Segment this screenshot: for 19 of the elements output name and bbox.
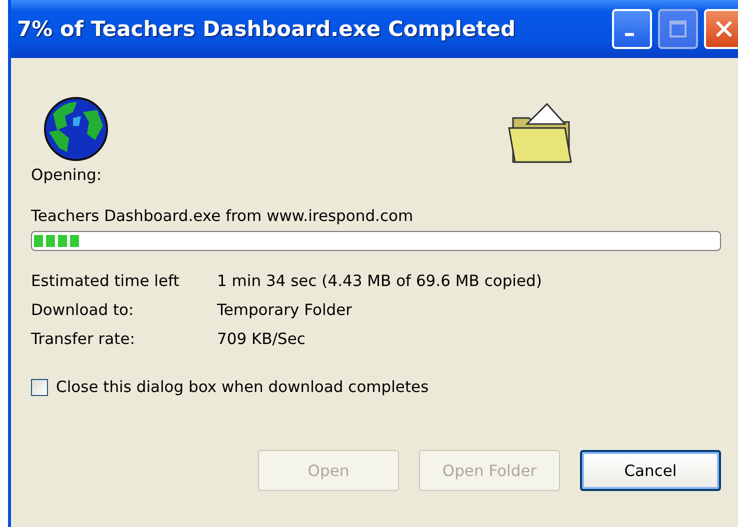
checkbox[interactable] [31, 378, 48, 396]
detail-value: 709 KB/Sec [217, 330, 306, 348]
minimize-button[interactable] [612, 9, 652, 49]
detail-value: Temporary Folder [217, 301, 354, 319]
detail-label: Download to: [31, 301, 135, 319]
file-source-text: Teachers Dashboard.exe from www.irespond.com [31, 207, 414, 225]
window-title: 7% of Teachers Dashboard.exe Completed [17, 17, 516, 41]
close-button[interactable] [704, 9, 738, 49]
minimize-icon [624, 32, 634, 36]
detail-label: Estimated time left [31, 272, 180, 290]
globe-icon [43, 96, 109, 162]
maximize-icon [669, 20, 687, 38]
close-icon [714, 19, 734, 39]
dialog-button[interactable]: Cancel [580, 450, 721, 491]
checkbox-label: Close this dialog box when download completes [56, 378, 429, 396]
detail-label: Transfer rate: [31, 330, 136, 348]
folder-icon [507, 102, 573, 166]
detail-value: 1 min 34 sec (4.43 MB of 69.6 MB copied) [217, 272, 543, 290]
status-label: Opening: [31, 166, 103, 184]
